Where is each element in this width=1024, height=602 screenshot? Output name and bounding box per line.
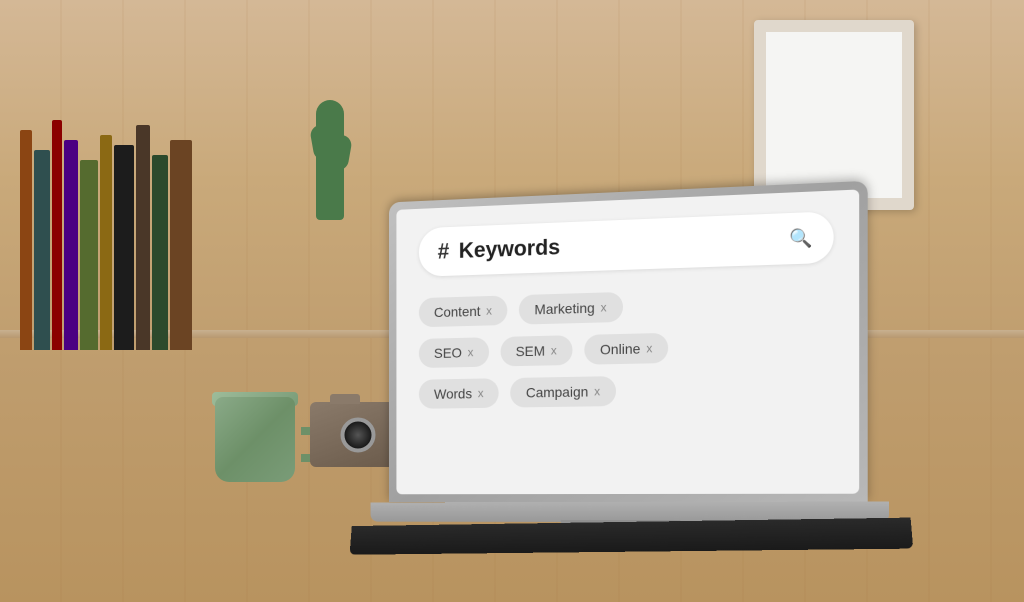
tag-content[interactable]: Content x bbox=[419, 295, 507, 327]
tag-campaign-close[interactable]: x bbox=[594, 384, 600, 398]
tag-online-label: Online bbox=[600, 341, 640, 358]
tag-content-label: Content bbox=[434, 303, 481, 320]
tag-campaign-label: Campaign bbox=[526, 384, 588, 401]
book-1 bbox=[20, 130, 32, 350]
book-3 bbox=[52, 120, 62, 350]
tag-words-label: Words bbox=[434, 386, 472, 402]
tag-words[interactable]: Words x bbox=[419, 378, 499, 409]
book-7 bbox=[114, 145, 134, 350]
book-5 bbox=[80, 160, 98, 350]
tag-sem-close[interactable]: x bbox=[551, 343, 557, 357]
book-9 bbox=[152, 155, 168, 350]
laptop-screen-inner: # Keywords 🔍 Content x Marketing x bbox=[396, 189, 859, 494]
tag-seo-close[interactable]: x bbox=[468, 345, 474, 359]
search-bar[interactable]: # Keywords 🔍 bbox=[419, 211, 834, 277]
tags-row-1: Content x Marketing x bbox=[419, 285, 834, 327]
tag-marketing-label: Marketing bbox=[534, 300, 594, 318]
book-2 bbox=[34, 150, 50, 350]
mug-body bbox=[215, 397, 295, 482]
tag-online[interactable]: Online x bbox=[584, 333, 668, 365]
tag-marketing-close[interactable]: x bbox=[601, 300, 607, 314]
coffee-mug bbox=[215, 382, 305, 482]
tag-campaign[interactable]: Campaign x bbox=[510, 376, 616, 407]
tag-content-close[interactable]: x bbox=[486, 304, 492, 318]
book-6 bbox=[100, 135, 112, 350]
book-10 bbox=[170, 140, 192, 350]
search-title: Keywords bbox=[459, 226, 779, 264]
search-icon: 🔍 bbox=[789, 227, 813, 249]
tag-marketing[interactable]: Marketing x bbox=[519, 292, 623, 325]
book-4 bbox=[64, 140, 78, 350]
laptop-screen-outer: # Keywords 🔍 Content x Marketing x bbox=[389, 181, 868, 502]
books-shelf bbox=[20, 40, 220, 350]
tag-sem-label: SEM bbox=[516, 343, 545, 359]
book-8 bbox=[136, 125, 150, 350]
laptop: # Keywords 🔍 Content x Marketing x bbox=[340, 192, 900, 552]
tag-words-close[interactable]: x bbox=[478, 386, 484, 400]
laptop-screen-content: # Keywords 🔍 Content x Marketing x bbox=[396, 189, 859, 494]
tags-row-3: Words x Campaign x bbox=[419, 372, 834, 409]
tag-seo-label: SEO bbox=[434, 345, 462, 361]
laptop-keyboard bbox=[350, 518, 914, 555]
tag-seo[interactable]: SEO x bbox=[419, 337, 489, 368]
tag-online-close[interactable]: x bbox=[646, 341, 652, 355]
tags-area: Content x Marketing x SEO x bbox=[419, 285, 834, 408]
hash-icon: # bbox=[438, 239, 450, 265]
tag-sem[interactable]: SEM x bbox=[500, 335, 572, 366]
tags-row-2: SEO x SEM x Online x bbox=[419, 329, 834, 368]
